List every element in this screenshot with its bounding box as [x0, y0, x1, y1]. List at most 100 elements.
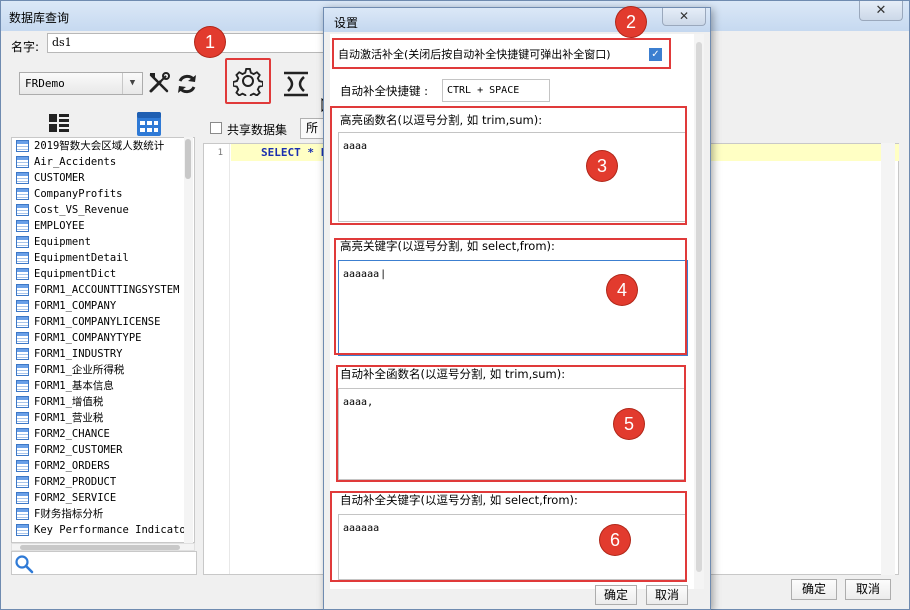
table-name: FORM1_基本信息	[34, 380, 114, 392]
list-scrollbar-thumb[interactable]	[185, 139, 191, 179]
main-ok-button[interactable]: 确定	[791, 579, 837, 600]
callout-badge: 6	[600, 525, 630, 555]
callout-badge: 2	[616, 7, 646, 37]
highlight-box	[332, 38, 671, 69]
table-name: FORM1_COMPANYTYPE	[34, 332, 142, 344]
table-list-item[interactable]: CUSTOMER	[12, 170, 194, 186]
chevron-down-icon[interactable]: ▼	[122, 73, 142, 94]
table-name: FORM1_企业所得税	[34, 364, 125, 376]
table-list-item[interactable]: Air_Accidents	[12, 154, 194, 170]
table-name: FORM2_ORDERS	[34, 460, 110, 472]
table-icon	[16, 444, 29, 456]
table-list-item[interactable]: EquipmentDict	[12, 266, 194, 282]
table-list-item[interactable]: EquipmentDetail	[12, 250, 194, 266]
table-list-item[interactable]: CompanyProfits	[12, 186, 194, 202]
grid-view-icon[interactable]	[136, 111, 162, 137]
table-name: FORM1_COMPANYLICENSE	[34, 316, 161, 328]
table-list-item[interactable]: Cost_VS_Revenue	[12, 202, 194, 218]
table-list-item[interactable]: FORM1_基本信息	[12, 378, 194, 394]
callout-badge: 4	[607, 275, 637, 305]
list-view-toggle	[11, 109, 197, 139]
table-icon	[16, 188, 29, 200]
table-name: Equipment	[34, 236, 91, 248]
dialog-title: 设置	[334, 16, 359, 30]
gear-icon	[233, 68, 263, 96]
window-close-button[interactable]: ✕	[859, 1, 903, 21]
table-name: F财务指标分析	[34, 508, 104, 520]
table-icon	[16, 268, 29, 280]
table-list-item[interactable]: FORM1_增值税	[12, 394, 194, 410]
list-horizontal-scrollbar[interactable]	[11, 543, 195, 551]
datasource-select[interactable]: FRDemo ▼	[19, 72, 143, 95]
list-scrollbar[interactable]	[184, 137, 193, 543]
table-name: EquipmentDict	[34, 268, 117, 280]
table-icon	[16, 428, 29, 440]
dialog-scrollbar[interactable]	[694, 34, 704, 589]
editor-scrollbar[interactable]	[881, 143, 895, 575]
table-icon	[16, 492, 29, 504]
table-icon	[16, 204, 29, 216]
table-icon	[16, 172, 29, 184]
split-icon[interactable]	[282, 69, 310, 99]
table-list-item[interactable]: FORM2_CUSTOMER	[12, 442, 194, 458]
main-cancel-button[interactable]: 取消	[845, 579, 891, 600]
table-name: EMPLOYEE	[34, 220, 85, 232]
settings-dialog: 设置 ✕ 自动激活补全(关闭后按自动补全快捷键可弹出补全窗口) ✓ 自动补全快捷…	[323, 7, 711, 610]
table-icon	[16, 300, 29, 312]
table-icon	[16, 156, 29, 168]
table-list-item[interactable]: Equipment	[12, 234, 194, 250]
table-icon	[16, 284, 29, 296]
datasource-value: FRDemo	[25, 77, 65, 90]
table-list-item[interactable]: EMPLOYEE	[12, 218, 194, 234]
shortcut-label: 自动补全快捷键 :	[340, 84, 429, 98]
table-list-item[interactable]: FORM1_企业所得税	[12, 362, 194, 378]
tools-icon[interactable]	[147, 71, 171, 95]
name-input[interactable]: ds1	[47, 33, 337, 53]
table-list-item[interactable]: 2019智数大会区域人数统计	[12, 138, 194, 154]
table-search-field[interactable]	[11, 551, 197, 575]
settings-button[interactable]	[225, 58, 271, 104]
table-list-item[interactable]: FORM2_PRODUCT	[12, 474, 194, 490]
table-icon	[16, 460, 29, 472]
table-list: 2019智数大会区域人数统计 Air_Accidents CUSTOMER Compa…	[11, 137, 195, 543]
table-name: FORM1_COMPANY	[34, 300, 117, 312]
table-list-item[interactable]: FORM1_INDUSTRY	[12, 346, 194, 362]
search-icon[interactable]	[14, 554, 34, 574]
table-list-item[interactable]: FORM2_SERVICE	[12, 490, 194, 506]
table-icon	[16, 348, 29, 360]
table-name: FORM2_PRODUCT	[34, 476, 117, 488]
table-icon	[16, 380, 29, 392]
dialog-cancel-button[interactable]: 取消	[646, 585, 688, 605]
table-list-item[interactable]: FORM1_COMPANYLICENSE	[12, 314, 194, 330]
callout-badge: 5	[614, 409, 644, 439]
dialog-close-button[interactable]: ✕	[662, 8, 706, 26]
table-icon	[16, 364, 29, 376]
table-name: Air_Accidents	[34, 156, 117, 168]
name-label: 名字:	[11, 40, 40, 54]
dialog-ok-button[interactable]: 确定	[595, 585, 637, 605]
table-name: FORM1_增值税	[34, 396, 104, 408]
table-list-item[interactable]: FORM1_COMPANY	[12, 298, 194, 314]
table-name: FORM2_CHANCE	[34, 428, 110, 440]
table-icon	[16, 396, 29, 408]
table-list-item[interactable]: FORM1_ACCOUNTTINGSYSTEM	[12, 282, 194, 298]
refresh-icon[interactable]	[175, 72, 199, 96]
list-horizontal-scrollbar-thumb[interactable]	[20, 545, 180, 550]
line-number: 1	[204, 144, 230, 574]
shortcut-field[interactable]: CTRL + SPACE	[442, 79, 550, 102]
share-dataset-checkbox[interactable]	[210, 122, 222, 134]
dialog-body: 自动激活补全(关闭后按自动补全快捷键可弹出补全窗口) ✓ 自动补全快捷键 : C…	[330, 34, 704, 589]
table-list-item[interactable]: FORM1_营业税	[12, 410, 194, 426]
table-icon	[16, 220, 29, 232]
table-name: CUSTOMER	[34, 172, 85, 184]
table-list-item[interactable]: FORM2_ORDERS	[12, 458, 194, 474]
table-list-item[interactable]: F财务指标分析	[12, 506, 194, 522]
list-view-icon[interactable]	[47, 111, 71, 135]
table-list-item[interactable]: FORM1_COMPANYTYPE	[12, 330, 194, 346]
table-icon	[16, 316, 29, 328]
table-list-item[interactable]: FORM2_CHANCE	[12, 426, 194, 442]
table-name: 2019智数大会区域人数统计	[34, 140, 165, 152]
table-list-item[interactable]: Key Performance Indicator	[12, 522, 194, 538]
callout-badge: 1	[195, 27, 225, 57]
dialog-scrollbar-thumb[interactable]	[696, 42, 702, 572]
